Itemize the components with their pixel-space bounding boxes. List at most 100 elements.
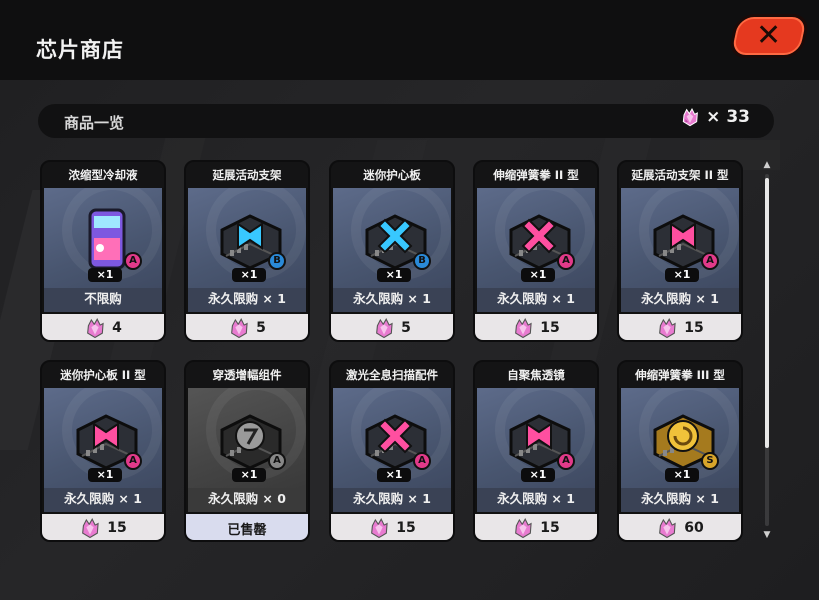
shop-item-card[interactable]: 迷你护心板 B ×1 永久限购 × 15 xyxy=(329,160,455,342)
close-icon: ✕ xyxy=(756,18,782,53)
item-image: A ×1 xyxy=(44,188,162,288)
price-value: 15 xyxy=(684,320,704,336)
item-quantity: ×1 xyxy=(377,268,411,282)
item-image: S ×1 xyxy=(621,388,739,488)
item-name: 自聚焦透镜 xyxy=(475,362,597,388)
grade-badge: B xyxy=(268,252,286,270)
scroll-up-arrow-icon[interactable]: ▲ xyxy=(760,160,774,170)
item-quantity: ×1 xyxy=(88,268,122,282)
buy-price-button[interactable]: 15 xyxy=(42,514,164,540)
crystal-currency-icon xyxy=(515,318,532,339)
purchase-limit: 永久限购 × 0 xyxy=(188,488,306,512)
crystal-currency-icon xyxy=(515,518,532,539)
item-image: A ×1 xyxy=(188,388,306,488)
grade-badge: A xyxy=(557,252,575,270)
buy-price-button[interactable]: 15 xyxy=(475,314,597,340)
buy-price-button[interactable]: 15 xyxy=(619,314,741,340)
purchase-limit: 永久限购 × 1 xyxy=(333,488,451,512)
price-value: 15 xyxy=(540,520,560,536)
price-value: 15 xyxy=(107,520,127,536)
close-button[interactable]: ✕ xyxy=(727,14,811,58)
purchase-limit: 永久限购 × 1 xyxy=(44,488,162,512)
crystal-currency-icon xyxy=(82,518,99,539)
price-value: 5 xyxy=(256,320,266,336)
item-quantity: ×1 xyxy=(232,268,266,282)
item-image: A ×1 xyxy=(621,188,739,288)
buy-price-button[interactable]: 5 xyxy=(186,314,308,340)
sold-out-label: 已售罄 xyxy=(186,514,308,540)
page-title: 芯片商店 xyxy=(36,38,124,62)
item-name: 延展活动支架 II 型 xyxy=(619,162,741,188)
buy-price-button[interactable]: 15 xyxy=(331,514,453,540)
grade-badge: A xyxy=(268,452,286,470)
shop-item-card[interactable]: 延展活动支架 B ×1 永久限购 × 1 5 xyxy=(184,160,310,342)
header-bar: 芯片商店 ✕ xyxy=(0,0,819,80)
grade-badge: A xyxy=(701,252,719,270)
price-value: 15 xyxy=(540,320,560,336)
purchase-limit: 永久限购 × 1 xyxy=(621,288,739,312)
crystal-currency-icon xyxy=(87,318,104,339)
purchase-limit: 永久限购 × 1 xyxy=(188,288,306,312)
item-quantity: ×1 xyxy=(377,468,411,482)
grade-badge: S xyxy=(701,452,719,470)
currency-display: × 33 xyxy=(680,107,750,127)
scroll-thumb[interactable] xyxy=(765,178,769,448)
item-name: 穿透增幅组件 xyxy=(186,362,308,388)
item-quantity: ×1 xyxy=(665,268,699,282)
shop-item-card[interactable]: 穿透增幅组件 A ×1 永久限购 × 0 已售罄 xyxy=(184,360,310,542)
shop-item-card[interactable]: 激光全息扫描配件 A ×1 永久限购 × 1 15 xyxy=(329,360,455,542)
buy-price-button[interactable]: 4 xyxy=(42,314,164,340)
shop-item-card[interactable]: 迷你护心板 II 型 A ×1 永久限购 × 1 15 xyxy=(40,360,166,542)
grade-badge: A xyxy=(124,452,142,470)
grade-badge: A xyxy=(124,252,142,270)
price-value: 已售罄 xyxy=(227,522,267,538)
purchase-limit: 永久限购 × 1 xyxy=(333,288,451,312)
purchase-limit: 永久限购 × 1 xyxy=(477,488,595,512)
crystal-currency-icon xyxy=(376,318,393,339)
item-quantity: ×1 xyxy=(88,468,122,482)
item-name: 浓缩型冷却液 xyxy=(42,162,164,188)
purchase-limit: 永久限购 × 1 xyxy=(477,288,595,312)
price-value: 60 xyxy=(684,520,704,536)
crystal-currency-icon xyxy=(659,518,676,539)
item-name: 伸缩弹簧拳 III 型 xyxy=(619,362,741,388)
grade-badge: A xyxy=(413,452,431,470)
item-quantity: ×1 xyxy=(521,468,555,482)
shop-item-card[interactable]: 伸缩弹簧拳 II 型 A ×1 永久限购 × 1 15 xyxy=(473,160,599,342)
scrollbar[interactable]: ▲ ▼ xyxy=(760,160,774,540)
price-value: 15 xyxy=(396,520,416,536)
buy-price-button[interactable]: 5 xyxy=(331,314,453,340)
shop-item-card[interactable]: 自聚焦透镜 A ×1 永久限购 × 1 15 xyxy=(473,360,599,542)
scroll-down-arrow-icon[interactable]: ▼ xyxy=(760,530,774,540)
shop-item-card[interactable]: 伸缩弹簧拳 III 型 S ×1 永久限购 × 1 60 xyxy=(617,360,743,542)
item-quantity: ×1 xyxy=(232,468,266,482)
grade-badge: B xyxy=(413,252,431,270)
price-value: 4 xyxy=(112,320,122,336)
crystal-currency-icon xyxy=(659,318,676,339)
currency-count: × 33 xyxy=(706,107,750,127)
purchase-limit: 永久限购 × 1 xyxy=(621,488,739,512)
item-name: 迷你护心板 II 型 xyxy=(42,362,164,388)
price-value: 5 xyxy=(401,320,411,336)
crystal-currency-icon xyxy=(231,318,248,339)
item-list-label: 商品一览 xyxy=(64,114,125,132)
item-name: 迷你护心板 xyxy=(331,162,453,188)
item-quantity: ×1 xyxy=(521,268,555,282)
item-name: 激光全息扫描配件 xyxy=(331,362,453,388)
purchase-limit: 不限购 xyxy=(44,288,162,312)
buy-price-button[interactable]: 15 xyxy=(475,514,597,540)
item-name: 延展活动支架 xyxy=(186,162,308,188)
item-list-bar: 商品一览 × 33 xyxy=(38,104,774,138)
crystal-currency-icon xyxy=(682,107,699,127)
item-image: A ×1 xyxy=(44,388,162,488)
crystal-currency-icon xyxy=(371,518,388,539)
grade-badge: A xyxy=(557,452,575,470)
shop-item-card[interactable]: 浓缩型冷却液 A ×1 不限购 4 xyxy=(40,160,166,342)
item-quantity: ×1 xyxy=(665,468,699,482)
item-image: A ×1 xyxy=(477,188,595,288)
item-image: B ×1 xyxy=(333,188,451,288)
shop-item-card[interactable]: 延展活动支架 II 型 A ×1 永久限购 × 1 15 xyxy=(617,160,743,342)
item-name: 伸缩弹簧拳 II 型 xyxy=(475,162,597,188)
item-image: A ×1 xyxy=(333,388,451,488)
buy-price-button[interactable]: 60 xyxy=(619,514,741,540)
